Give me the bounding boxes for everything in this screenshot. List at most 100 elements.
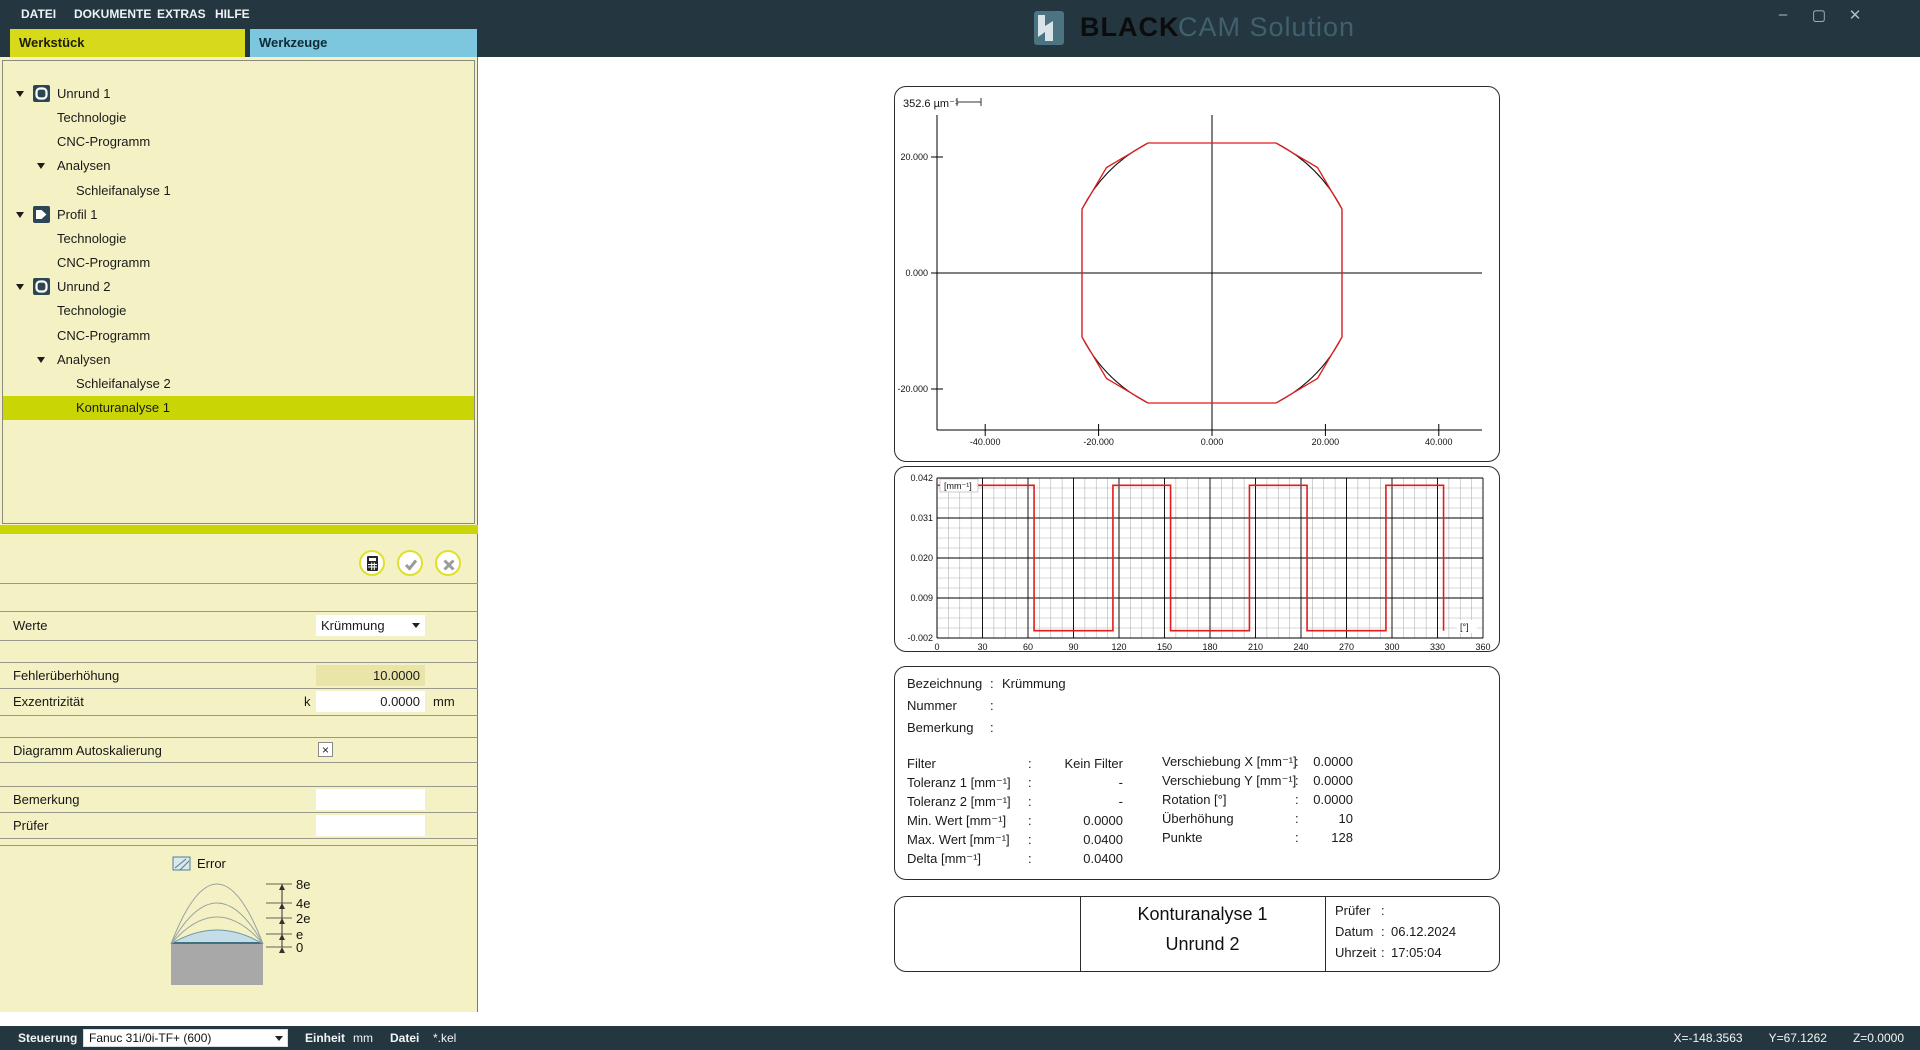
- coord-y: Y=67.1262: [1769, 1031, 1827, 1045]
- tree-item-schleifanalyse-1[interactable]: Schleifanalyse 1: [3, 179, 474, 203]
- tree-item-label: Unrund 2: [57, 275, 110, 299]
- svg-text:240: 240: [1293, 642, 1308, 651]
- min-wert-mm-label: Min. Wert [mm⁻¹]: [907, 813, 1006, 829]
- tree-item-profil-1[interactable]: Profil 1: [3, 203, 474, 227]
- tree-item-label: CNC-Programm: [57, 130, 150, 154]
- menu-item-datei[interactable]: DATEI: [21, 7, 56, 21]
- error-diagram: Error8e4e2ee0: [0, 845, 478, 1012]
- coord-z: Z=0.0000: [1853, 1031, 1904, 1045]
- pruefer-label: Prüfer: [13, 818, 48, 833]
- punkte-label: Punkte: [1162, 830, 1202, 845]
- toleranz-1-mm-label: Toleranz 1 [mm⁻¹]: [907, 775, 1011, 791]
- tree-item-analysen[interactable]: Analysen: [3, 154, 474, 178]
- expander-icon[interactable]: [37, 357, 45, 363]
- uhrzeit-label: Uhrzeit: [1335, 945, 1376, 960]
- cancel-button[interactable]: [435, 550, 461, 576]
- app-logo-icon: [1034, 11, 1064, 45]
- form-divider: [0, 525, 478, 534]
- svg-text:150: 150: [1157, 642, 1172, 651]
- svg-text:360: 360: [1475, 642, 1490, 651]
- minimize-button[interactable]: –: [1772, 6, 1794, 23]
- svg-text:330: 330: [1430, 642, 1445, 651]
- tree-item-technologie[interactable]: Technologie: [3, 106, 474, 130]
- menu-item-dokumente[interactable]: DOKUMENTE: [74, 7, 151, 21]
- tree-item-cnc-programm[interactable]: CNC-Programm: [3, 251, 474, 275]
- uhrzeit-value: 17:05:04: [1391, 945, 1442, 960]
- pr-fer-label: Prüfer: [1335, 903, 1370, 918]
- nummer-label: Nummer: [907, 698, 957, 713]
- expander-icon[interactable]: [37, 163, 45, 169]
- tree-item-label: CNC-Programm: [57, 251, 150, 275]
- confirm-button[interactable]: [397, 550, 423, 576]
- fehlerueberhoehung-input[interactable]: 10.0000: [316, 665, 425, 686]
- exzentrizitaet-input[interactable]: 0.0000: [316, 691, 425, 712]
- expander-icon[interactable]: [16, 212, 24, 218]
- einheit-value: mm: [353, 1031, 373, 1045]
- check-icon: [403, 556, 419, 573]
- calculate-button[interactable]: [359, 550, 385, 576]
- svg-text:210: 210: [1248, 642, 1263, 651]
- datei-label: Datei: [390, 1031, 419, 1045]
- berh-hung-value: 10: [1253, 811, 1353, 826]
- tree-item-konturanalyse-1[interactable]: Konturanalyse 1: [3, 396, 474, 420]
- application-window: DATEIDOKUMENTEEXTRASHILFE BLACK CAM Solu…: [0, 0, 1920, 1050]
- svg-text:[mm⁻¹]: [mm⁻¹]: [944, 481, 972, 491]
- tree-item-cnc-programm[interactable]: CNC-Programm: [3, 130, 474, 154]
- autoskalierung-checkbox[interactable]: ×: [318, 742, 333, 757]
- tree-item-analysen[interactable]: Analysen: [3, 348, 474, 372]
- einheit-label: Einheit: [305, 1031, 345, 1045]
- delta-mm-value: 0.0400: [1023, 851, 1123, 866]
- svg-text:30: 30: [977, 642, 987, 651]
- max-wert-mm-label: Max. Wert [mm⁻¹]: [907, 832, 1010, 848]
- tree-item-label: Unrund 1: [57, 82, 110, 106]
- workpiece-title: Unrund 2: [1080, 934, 1325, 955]
- svg-text:0.042: 0.042: [910, 473, 933, 483]
- svg-text:-40.000: -40.000: [970, 437, 1001, 447]
- brand-subtitle: CAM Solution: [1178, 12, 1355, 43]
- tree-item-technologie[interactable]: Technologie: [3, 299, 474, 323]
- colon: :: [990, 720, 994, 735]
- menu-item-hilfe[interactable]: HILFE: [215, 7, 250, 21]
- project-tree: Unrund 1TechnologieCNC-ProgrammAnalysenS…: [2, 60, 475, 524]
- tree-item-technologie[interactable]: Technologie: [3, 227, 474, 251]
- delta-mm-label: Delta [mm⁻¹]: [907, 851, 981, 867]
- expander-icon[interactable]: [16, 91, 24, 97]
- max-wert-mm-value: 0.0400: [1023, 832, 1123, 847]
- exzentrizitaet-unit: mm: [433, 694, 455, 709]
- tree-item-cnc-programm[interactable]: CNC-Programm: [3, 324, 474, 348]
- svg-text:Error: Error: [197, 856, 227, 871]
- toleranz-1-mm-value: -: [1023, 775, 1123, 790]
- maximize-button[interactable]: ▢: [1808, 6, 1830, 24]
- svg-text:0: 0: [296, 940, 303, 955]
- calculator-icon: [365, 556, 381, 573]
- exzentrizitaet-k-label: k: [304, 694, 311, 709]
- colon: :: [990, 676, 994, 691]
- svg-text:-0.002: -0.002: [907, 633, 933, 643]
- tab-werkstueck[interactable]: Werkstück: [10, 29, 245, 57]
- svg-text:300: 300: [1384, 642, 1399, 651]
- title-block-divider: [1325, 897, 1326, 971]
- punkte-value: 128: [1253, 830, 1353, 845]
- pruefer-input[interactable]: [316, 815, 425, 836]
- bemerkung-input[interactable]: [316, 789, 425, 810]
- steuerung-value: Fanuc 31i/0i-TF+ (600): [89, 1031, 211, 1045]
- tree-item-unrund-2[interactable]: Unrund 2: [3, 275, 474, 299]
- tree-item-label: Profil 1: [57, 203, 97, 227]
- svg-text:[°]: [°]: [1460, 622, 1469, 632]
- toleranz-2-mm-value: -: [1023, 794, 1123, 809]
- berh-hung-label: Überhöhung: [1162, 811, 1234, 826]
- tree-item-unrund-1[interactable]: Unrund 1: [3, 82, 474, 106]
- menu-item-extras[interactable]: EXTRAS: [157, 7, 206, 21]
- werte-label: Werte: [13, 618, 47, 633]
- tab-werkzeuge[interactable]: Werkzeuge: [250, 29, 477, 57]
- werte-dropdown[interactable]: Krümmung: [316, 615, 425, 636]
- svg-text:120: 120: [1111, 642, 1126, 651]
- tree-item-schleifanalyse-2[interactable]: Schleifanalyse 2: [3, 372, 474, 396]
- bemerkung-label: Bemerkung: [13, 792, 79, 807]
- tree-item-label: Technologie: [57, 106, 126, 130]
- filter-label: Filter: [907, 756, 936, 771]
- svg-text:270: 270: [1339, 642, 1354, 651]
- expander-icon[interactable]: [16, 284, 24, 290]
- close-button[interactable]: ✕: [1844, 6, 1866, 24]
- steuerung-dropdown[interactable]: Fanuc 31i/0i-TF+ (600): [83, 1029, 288, 1047]
